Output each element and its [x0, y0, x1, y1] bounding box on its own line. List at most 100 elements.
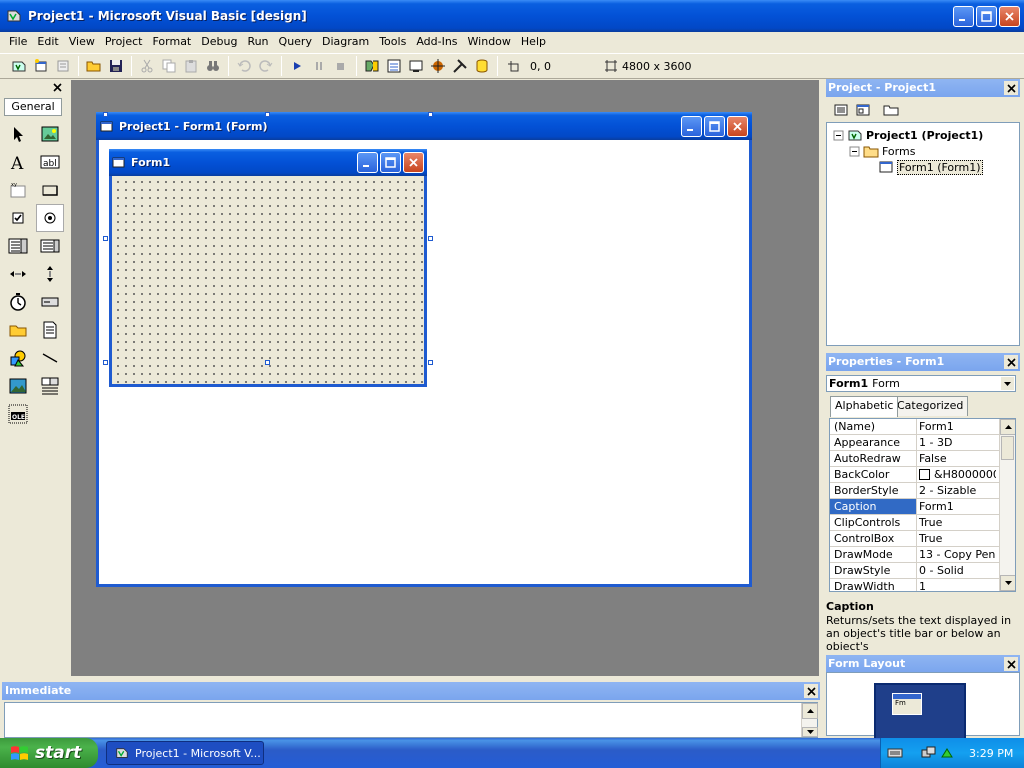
property-value[interactable]: Form1	[917, 499, 996, 514]
toolbox-tab-general[interactable]: General	[4, 98, 62, 116]
save-project-button[interactable]	[105, 55, 127, 77]
data-view-button[interactable]	[471, 55, 493, 77]
tool-picturebox[interactable]	[36, 120, 64, 148]
sizing-handle-se[interactable]	[428, 360, 433, 365]
tree-node-form1[interactable]: Form1 (Form1)	[833, 159, 1019, 175]
sizing-handle-w[interactable]	[103, 236, 108, 241]
immediate-titlebar[interactable]: Immediate	[2, 682, 820, 700]
property-value[interactable]: 1 - 3D	[917, 435, 996, 450]
menu-editor-button[interactable]	[52, 55, 74, 77]
add-form-button[interactable]	[30, 55, 52, 77]
property-value[interactable]: 0 - Solid	[917, 563, 996, 578]
tree-node-forms[interactable]: Forms	[833, 143, 1019, 159]
designer-close-button[interactable]	[727, 115, 748, 137]
scroll-down-button[interactable]	[1000, 575, 1015, 591]
tool-image[interactable]	[4, 372, 32, 400]
sizing-handle-nw[interactable]	[103, 112, 108, 117]
sizing-handle-e[interactable]	[428, 236, 433, 241]
scroll-thumb[interactable]	[1001, 436, 1014, 460]
property-row[interactable]: DrawMode 13 - Copy Pen	[830, 547, 1015, 563]
find-button[interactable]	[202, 55, 224, 77]
form-position-thumbnail[interactable]: Fm	[892, 693, 922, 715]
property-row[interactable]: DrawStyle 0 - Solid	[830, 563, 1015, 579]
form1-close-button[interactable]	[403, 152, 424, 173]
paste-button[interactable]	[180, 55, 202, 77]
keyboard-icon[interactable]	[887, 746, 903, 760]
project-explorer-button[interactable]	[361, 55, 383, 77]
tool-timer[interactable]	[4, 288, 32, 316]
object-combobox-dropdown[interactable]	[1001, 377, 1014, 390]
maximize-button[interactable]	[976, 5, 997, 27]
cut-button[interactable]	[136, 55, 158, 77]
tool-dirlistbox[interactable]	[4, 316, 32, 344]
tool-label[interactable]: A	[4, 148, 32, 176]
tool-optionbutton[interactable]	[36, 204, 64, 232]
designer-maximize-button[interactable]	[704, 115, 725, 137]
tree-node-project[interactable]: Project1 (Project1)	[833, 127, 1019, 143]
form1-minimize-button[interactable]	[357, 152, 378, 173]
property-value[interactable]: 1	[917, 579, 996, 591]
menu-add-ins[interactable]: Add-Ins	[411, 33, 462, 51]
tool-textbox[interactable]: abl	[36, 148, 64, 176]
menu-window[interactable]: Window	[463, 33, 516, 51]
open-project-button[interactable]	[83, 55, 105, 77]
tab-alphabetic[interactable]: Alphabetic	[830, 396, 899, 417]
property-row[interactable]: ControlBox True	[830, 531, 1015, 547]
property-row[interactable]: DrawWidth 1	[830, 579, 1015, 591]
property-row[interactable]: AutoRedraw False	[830, 451, 1015, 467]
tool-frame[interactable]: xy	[4, 176, 32, 204]
taskbar-item-vb[interactable]: Project1 - Microsoft V...	[106, 741, 264, 765]
toggle-folders-button[interactable]	[880, 99, 902, 121]
property-row[interactable]: (Name) Form1	[830, 419, 1015, 435]
minimize-button[interactable]	[953, 5, 974, 27]
properties-close-button[interactable]	[1004, 355, 1018, 369]
menu-query[interactable]: Query	[274, 33, 317, 51]
tool-vscrollbar[interactable]	[36, 260, 64, 288]
properties-scrollbar[interactable]	[999, 419, 1015, 591]
close-button[interactable]	[999, 5, 1020, 27]
property-row[interactable]: BorderStyle 2 - Sizable	[830, 483, 1015, 499]
tab-categorized[interactable]: Categorized	[892, 396, 969, 416]
immediate-window[interactable]	[4, 702, 818, 738]
tool-pointer[interactable]	[4, 120, 32, 148]
property-value[interactable]: True	[917, 515, 996, 530]
sizing-handle-s[interactable]	[265, 360, 270, 365]
break-button[interactable]	[308, 55, 330, 77]
form1-titlebar[interactable]: Form1	[109, 149, 427, 176]
network-icon[interactable]	[921, 745, 937, 761]
safely-remove-hardware-icon[interactable]	[939, 745, 955, 761]
menu-edit[interactable]: Edit	[32, 33, 63, 51]
tool-ole[interactable]: OLE	[4, 400, 32, 428]
properties-titlebar[interactable]: Properties - Form1	[826, 353, 1020, 371]
property-value[interactable]: True	[917, 531, 996, 546]
view-object-button[interactable]	[852, 99, 874, 121]
menu-project[interactable]: Project	[100, 33, 148, 51]
menu-debug[interactable]: Debug	[196, 33, 242, 51]
property-row[interactable]: Appearance 1 - 3D	[830, 435, 1015, 451]
properties-window-button[interactable]	[383, 55, 405, 77]
add-project-button[interactable]	[8, 55, 30, 77]
menu-file[interactable]: File	[4, 33, 32, 51]
tool-combobox[interactable]	[4, 232, 32, 260]
property-value[interactable]: 2 - Sizable	[917, 483, 996, 498]
tool-line[interactable]	[36, 344, 64, 372]
project-explorer-titlebar[interactable]: Project - Project1	[826, 79, 1020, 97]
property-value[interactable]: &H8000000F	[917, 467, 996, 482]
scroll-down-button[interactable]	[802, 727, 818, 737]
form-designer-titlebar[interactable]: Project1 - Form1 (Form)	[96, 112, 752, 140]
tool-filelistbox[interactable]	[36, 316, 64, 344]
project-explorer-close-button[interactable]	[1004, 81, 1018, 95]
form1-grid-canvas[interactable]	[112, 176, 424, 384]
form-layout-close-button[interactable]	[1004, 657, 1018, 671]
tool-data[interactable]	[36, 372, 64, 400]
property-value[interactable]: False	[917, 451, 996, 466]
toolbox-button[interactable]	[449, 55, 471, 77]
object-browser-button[interactable]	[427, 55, 449, 77]
copy-button[interactable]	[158, 55, 180, 77]
form-layout-button[interactable]	[405, 55, 427, 77]
undo-button[interactable]	[233, 55, 255, 77]
redo-button[interactable]	[255, 55, 277, 77]
menu-diagram[interactable]: Diagram	[317, 33, 374, 51]
sizing-handle-sw[interactable]	[103, 360, 108, 365]
tool-hscrollbar[interactable]	[4, 260, 32, 288]
